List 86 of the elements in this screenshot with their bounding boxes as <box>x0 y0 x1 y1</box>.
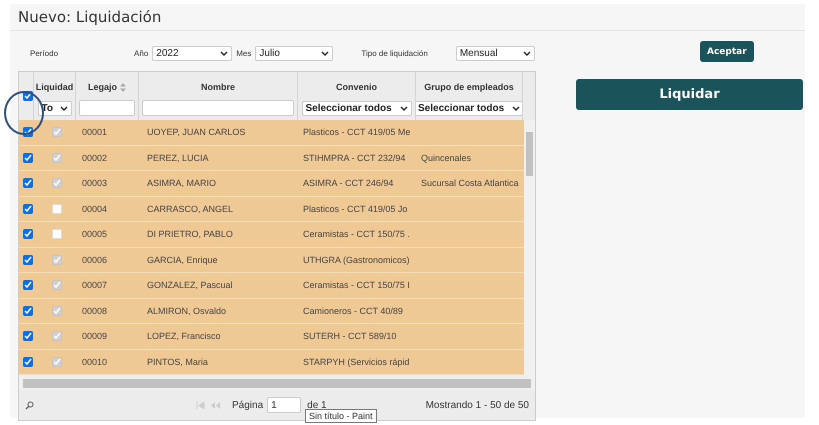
column-filter-select[interactable]: Seleccionar todos <box>302 101 412 116</box>
checkbox[interactable] <box>52 331 62 342</box>
checkbox[interactable] <box>52 152 62 163</box>
liquidate-button[interactable]: Liquidar <box>576 79 803 110</box>
checkbox[interactable] <box>52 127 62 138</box>
liquidation-type-select[interactable]: Mensual <box>456 46 535 60</box>
table-cell-text: Plasticos - CCT 419/05 Jo <box>302 204 408 214</box>
table-cell-text: 00003 <box>81 178 108 188</box>
caret-icon <box>512 106 520 111</box>
month-select[interactable]: Julio <box>255 46 334 60</box>
table-cell-text: 00004 <box>81 204 108 214</box>
caret-icon <box>60 106 68 111</box>
table-cell-text: UTHGRA (Gastronomicos) <box>302 254 410 265</box>
checkbox[interactable] <box>52 254 62 265</box>
table-cell-text: LOPEZ, Francisco <box>146 331 221 342</box>
checkbox[interactable] <box>23 356 33 367</box>
period-label: Período <box>30 48 58 58</box>
table-cell-text: 00008 <box>81 306 108 316</box>
month-label: Mes <box>236 48 252 58</box>
caret-icon <box>522 50 531 56</box>
table-cell-text: CARRASCO, ANGEL <box>146 204 234 214</box>
annotation-circle <box>4 91 44 135</box>
year-label: Año <box>134 48 148 58</box>
year-select[interactable]: 2022 <box>152 46 232 60</box>
table-cell-text: Ceramistas - CCT 150/75 I <box>302 280 410 290</box>
table-cell-text: Sucursal Costa Atlantica <box>420 178 519 188</box>
table-cell-text: 00007 <box>81 280 108 290</box>
column-filter-input[interactable] <box>142 100 294 116</box>
column-filter-select[interactable]: Seleccionar todos <box>416 101 522 116</box>
checkbox[interactable] <box>23 229 33 240</box>
checkbox[interactable] <box>23 178 33 188</box>
table-cell-text: DI PRIETRO, PABLO <box>146 229 233 240</box>
column-header[interactable]: Grupo de empleados <box>424 82 514 92</box>
checkbox[interactable] <box>23 152 33 163</box>
checkbox[interactable] <box>23 280 33 290</box>
checkbox[interactable] <box>23 306 33 316</box>
table-cell-text: ASIMRA - CCT 246/94 <box>302 178 394 188</box>
checkbox[interactable] <box>23 254 33 265</box>
checkbox[interactable] <box>52 356 62 367</box>
table-cell-text: 00001 <box>81 127 108 138</box>
page-title: Nuevo: Liquidación <box>10 4 805 31</box>
table-cell-text: UOYEP, JUAN CARLOS <box>146 127 246 138</box>
table-cell-text: Ceramistas - CCT 150/75 . <box>302 229 410 240</box>
table-cell-text: PINTOS, Maria <box>146 356 208 367</box>
first-page-icon[interactable] <box>196 402 205 408</box>
table-cell-text: 00009 <box>81 331 108 342</box>
table-cell-text: STARPYH (Servicios rápid <box>302 356 410 367</box>
checkbox[interactable] <box>23 331 33 342</box>
caret-icon <box>400 106 408 111</box>
checkbox[interactable] <box>52 280 62 290</box>
checkbox[interactable] <box>23 204 33 214</box>
search-icon[interactable] <box>25 400 34 410</box>
page-input[interactable]: 1 <box>267 397 302 413</box>
table-cell-text: ASIMRA, MARIO <box>146 178 216 188</box>
table-cell-text: Plasticos - CCT 419/05 Me <box>302 127 410 138</box>
checkbox[interactable] <box>52 178 62 188</box>
table-cell-text: PEREZ, LUCIA <box>146 152 209 163</box>
page-label: Página <box>232 400 264 410</box>
table-cell-text: SUTERH - CCT 589/10 <box>302 331 396 342</box>
column-header[interactable]: Legajo <box>88 82 126 92</box>
vertical-scrollbar[interactable] <box>524 120 535 376</box>
table-cell-text: Quincenales <box>420 152 472 163</box>
previous-page-icon[interactable] <box>211 402 220 408</box>
table-cell-text: STIHMPRA - CCT 232/94 <box>302 152 406 163</box>
column-header[interactable]: Liquidad <box>36 82 74 92</box>
table-cell-text: 00006 <box>81 254 108 265</box>
caret-icon <box>321 50 330 56</box>
table-cell-text: GARCIA, Enrique <box>146 254 218 265</box>
sort-icon[interactable] <box>120 82 126 92</box>
column-header[interactable]: Nombre <box>200 82 235 92</box>
liquidation-type-label: Tipo de liquidación <box>361 48 428 58</box>
table-cell-text: 00005 <box>81 229 108 240</box>
tooltip: Sin título - Paint <box>305 409 377 423</box>
table-cell-text: 00010 <box>81 356 108 367</box>
table-cell-text: ALMIRON, Osvaldo <box>146 306 226 316</box>
table-cell-text: Camioneros - CCT 40/89 <box>302 306 403 316</box>
column-header[interactable]: Convenio <box>336 82 377 92</box>
accept-button[interactable]: Aceptar <box>700 41 754 62</box>
column-filter-input[interactable] <box>79 100 135 116</box>
table-cell-text: GONZALEZ, Pascual <box>146 280 233 290</box>
caret-icon <box>220 50 228 56</box>
checkbox[interactable] <box>52 306 62 316</box>
records-summary: Mostrando 1 - 50 de 50 <box>426 400 529 410</box>
page-count: de 1 <box>307 400 327 410</box>
table-cell-text: 00002 <box>81 152 108 163</box>
horizontal-scrollbar[interactable] <box>19 376 535 390</box>
